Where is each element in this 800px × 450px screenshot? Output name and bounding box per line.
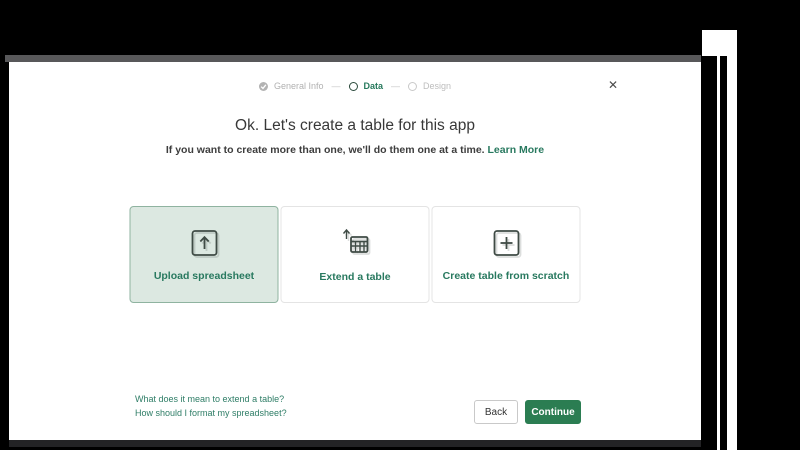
background-artifact-top-right	[702, 30, 737, 56]
card-extend-table[interactable]: Extend a table	[280, 206, 430, 303]
step-data[interactable]: Data	[348, 81, 384, 91]
help-link-extend-table[interactable]: What does it mean to extend a table?	[135, 394, 287, 404]
background-artifact-strip-thin	[717, 56, 720, 450]
card-label: Create table from scratch	[442, 269, 570, 282]
page-subtitle: If you want to create more than one, we'…	[9, 144, 701, 156]
step-general-info[interactable]: General Info	[258, 81, 324, 91]
help-link-format-spreadsheet[interactable]: How should I format my spreadsheet?	[135, 408, 287, 418]
learn-more-link[interactable]: Learn More	[488, 144, 545, 156]
footer-buttons: Back Continue	[474, 400, 581, 424]
back-button[interactable]: Back	[474, 400, 518, 424]
check-circle-icon	[258, 81, 268, 91]
card-create-table-scratch[interactable]: Create table from scratch	[431, 206, 581, 303]
continue-button[interactable]: Continue	[525, 400, 581, 424]
step-separator: —	[331, 81, 341, 91]
step-separator: —	[391, 81, 401, 91]
card-label: Upload spreadsheet	[153, 269, 255, 282]
step-label: General Info	[273, 81, 324, 91]
create-table-dialog: General Info — Data — Design ✕ Ok. Let's…	[9, 62, 701, 440]
wizard-stepper: General Info — Data — Design	[258, 81, 451, 91]
page-title: Ok. Let's create a table for this app	[235, 117, 475, 134]
window-top-border	[5, 55, 701, 62]
active-circle-icon	[348, 81, 358, 91]
close-icon[interactable]: ✕	[605, 77, 621, 93]
help-links: What does it mean to extend a table? How…	[135, 394, 287, 418]
card-upload-spreadsheet[interactable]: Upload spreadsheet	[129, 206, 279, 303]
new-table-icon	[491, 228, 521, 258]
step-label: Data	[363, 81, 384, 91]
card-label: Extend a table	[319, 270, 391, 283]
step-label: Design	[423, 81, 452, 91]
table-option-cards: Upload spreadsheet Extend a table Create…	[129, 206, 581, 303]
step-design[interactable]: Design	[408, 81, 451, 91]
background-artifact-strip-wide	[727, 56, 737, 450]
upcoming-circle-icon	[408, 81, 418, 91]
extend-table-icon	[339, 227, 371, 259]
subtitle-text: If you want to create more than one, we'…	[165, 144, 485, 156]
upload-icon	[189, 228, 219, 258]
window-bottom-border	[9, 440, 701, 447]
